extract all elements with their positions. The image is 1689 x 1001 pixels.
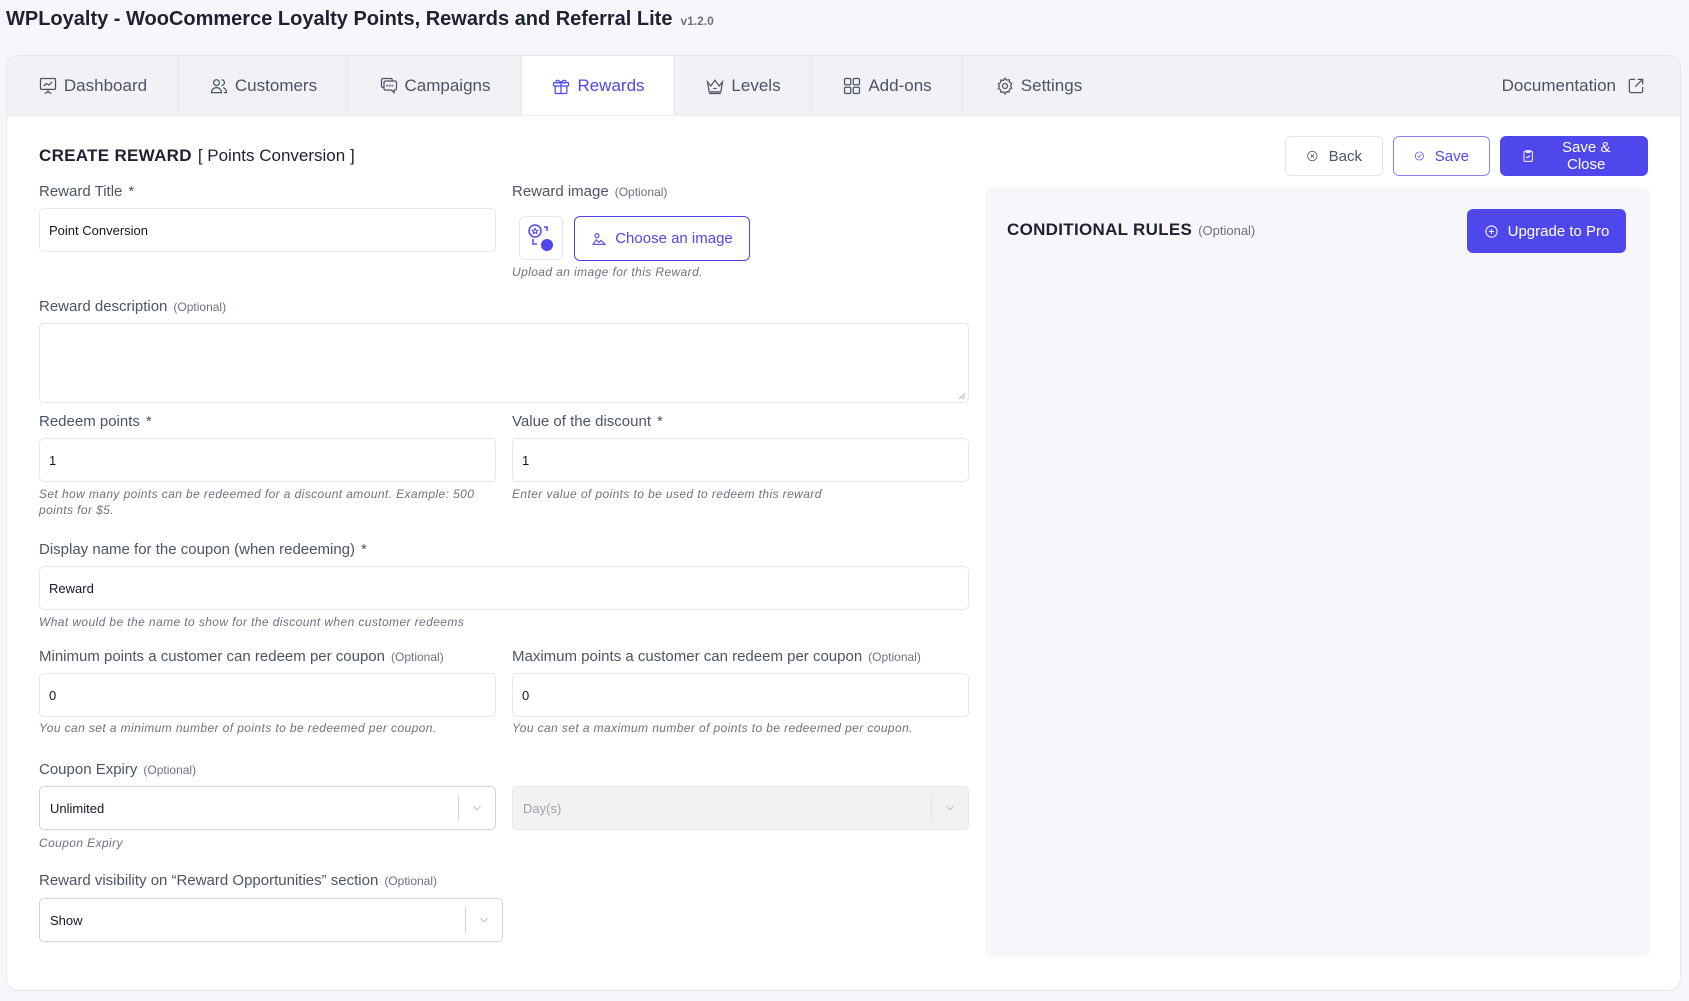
- chat-bubbles-icon: [380, 77, 397, 94]
- check-circle-icon: [1414, 151, 1424, 161]
- reward-type: [ Points Conversion ]: [197, 146, 355, 165]
- clipboard-check-icon: [1523, 150, 1533, 162]
- chevron-down-icon[interactable]: [459, 801, 495, 815]
- reward-description-label: Reward description (Optional): [39, 298, 227, 315]
- tab-campaigns[interactable]: Campaigns: [348, 56, 522, 115]
- visibility-label: Reward visibility on “Reward Opportuniti…: [39, 872, 437, 889]
- max-points-label: Maximum points a customer can redeem per…: [512, 648, 921, 665]
- coupon-expiry-label: Coupon Expiry (Optional): [39, 761, 197, 778]
- chevron-down-icon[interactable]: [466, 913, 502, 927]
- main-card: Dashboard Customers Campaigns Rewards Le…: [6, 55, 1681, 991]
- reward-image-hint: Upload an image for this Reward.: [512, 265, 703, 279]
- tab-customers[interactable]: Customers: [179, 56, 348, 115]
- reward-image-preview: [519, 216, 563, 260]
- external-link-icon: [1628, 78, 1644, 93]
- chevron-down-icon: [932, 801, 968, 815]
- presentation-chart-icon: [39, 77, 57, 94]
- coupon-display-name-label: Display name for the coupon (when redeem…: [39, 541, 367, 558]
- max-points-hint: You can set a maximum number of points t…: [512, 721, 913, 735]
- save-button[interactable]: Save: [1393, 136, 1490, 176]
- grid-icon: [844, 77, 861, 94]
- save-close-button[interactable]: Save & Close: [1500, 136, 1648, 176]
- action-buttons: Back Save Save & Close: [1285, 136, 1648, 176]
- close-circle-icon: [1307, 150, 1318, 162]
- reward-title-label: Reward Title *: [39, 183, 135, 200]
- resize-handle-icon[interactable]: [958, 392, 966, 400]
- crown-icon: [706, 78, 724, 94]
- documentation-label: Documentation: [1501, 75, 1616, 95]
- coupon-display-name-input[interactable]: Reward: [39, 566, 969, 610]
- app-title: WPLoyalty - WooCommerce Loyalty Points, …: [6, 8, 673, 30]
- discount-value-input[interactable]: 1: [512, 438, 969, 482]
- coupon-display-name-hint: What would be the name to show for the d…: [39, 615, 465, 629]
- reward-title-input[interactable]: Point Conversion: [39, 208, 496, 252]
- app-version: v1.2.0: [680, 14, 714, 28]
- tab-dashboard[interactable]: Dashboard: [7, 56, 179, 115]
- gift-icon: [553, 79, 570, 94]
- coupon-expiry-hint: Coupon Expiry: [39, 836, 123, 850]
- gear-icon: [997, 76, 1013, 95]
- tab-label: Settings: [1020, 75, 1083, 95]
- redeem-points-label: Redeem points *: [39, 413, 152, 430]
- tab-label: Customers: [234, 75, 318, 95]
- plus-circle-icon: [1485, 224, 1498, 238]
- max-points-input[interactable]: 0: [512, 673, 969, 717]
- page-header: WPLoyalty - WooCommerce Loyalty Points, …: [6, 8, 714, 31]
- min-points-label: Minimum points a customer can redeem per…: [39, 648, 444, 665]
- tab-settings[interactable]: Settings: [963, 56, 1114, 115]
- page-title: CREATE REWARD[ Points Conversion ]: [39, 146, 355, 165]
- coupon-expiry-select[interactable]: Unlimited: [39, 786, 496, 830]
- choose-image-button[interactable]: Choose an image: [574, 216, 750, 261]
- conditional-rules-panel: CONDITIONAL RULES (Optional) Upgrade to P…: [985, 187, 1650, 957]
- reward-image-label: Reward image (Optional): [512, 183, 668, 200]
- image-icon: [592, 232, 607, 245]
- redeem-points-input[interactable]: 1: [39, 438, 496, 482]
- reward-placeholder-icon: [528, 224, 553, 251]
- expiry-unit-select: Day(s): [512, 786, 969, 830]
- tab-bar: Dashboard Customers Campaigns Rewards Le…: [7, 56, 1680, 116]
- tab-label: Levels: [731, 75, 781, 95]
- back-button[interactable]: Back: [1285, 136, 1383, 176]
- tab-label: Add-ons: [868, 75, 932, 95]
- create-reward-form: CREATE REWARD[ Points Conversion ] Back …: [7, 116, 1680, 990]
- documentation-link[interactable]: Documentation: [1502, 56, 1680, 115]
- tab-rewards[interactable]: Rewards: [522, 56, 675, 115]
- users-icon: [210, 78, 228, 93]
- min-points-input[interactable]: 0: [39, 673, 496, 717]
- discount-value-label: Value of the discount *: [512, 413, 663, 430]
- reward-description-textarea[interactable]: [39, 323, 969, 403]
- tab-label: Dashboard: [63, 75, 148, 95]
- tab-levels[interactable]: Levels: [675, 56, 812, 115]
- tab-label: Campaigns: [404, 75, 491, 95]
- visibility-select[interactable]: Show: [39, 898, 503, 942]
- tab-label: Rewards: [577, 75, 645, 95]
- upgrade-to-pro-button[interactable]: Upgrade to Pro: [1467, 209, 1626, 253]
- conditional-rules-title: CONDITIONAL RULES (Optional): [1007, 220, 1256, 239]
- redeem-points-hint: Set how many points can be redeemed for …: [39, 487, 475, 517]
- tab-addons[interactable]: Add-ons: [812, 56, 963, 115]
- discount-value-hint: Enter value of points to be used to rede…: [512, 487, 822, 501]
- min-points-hint: You can set a minimum number of points t…: [39, 721, 437, 735]
